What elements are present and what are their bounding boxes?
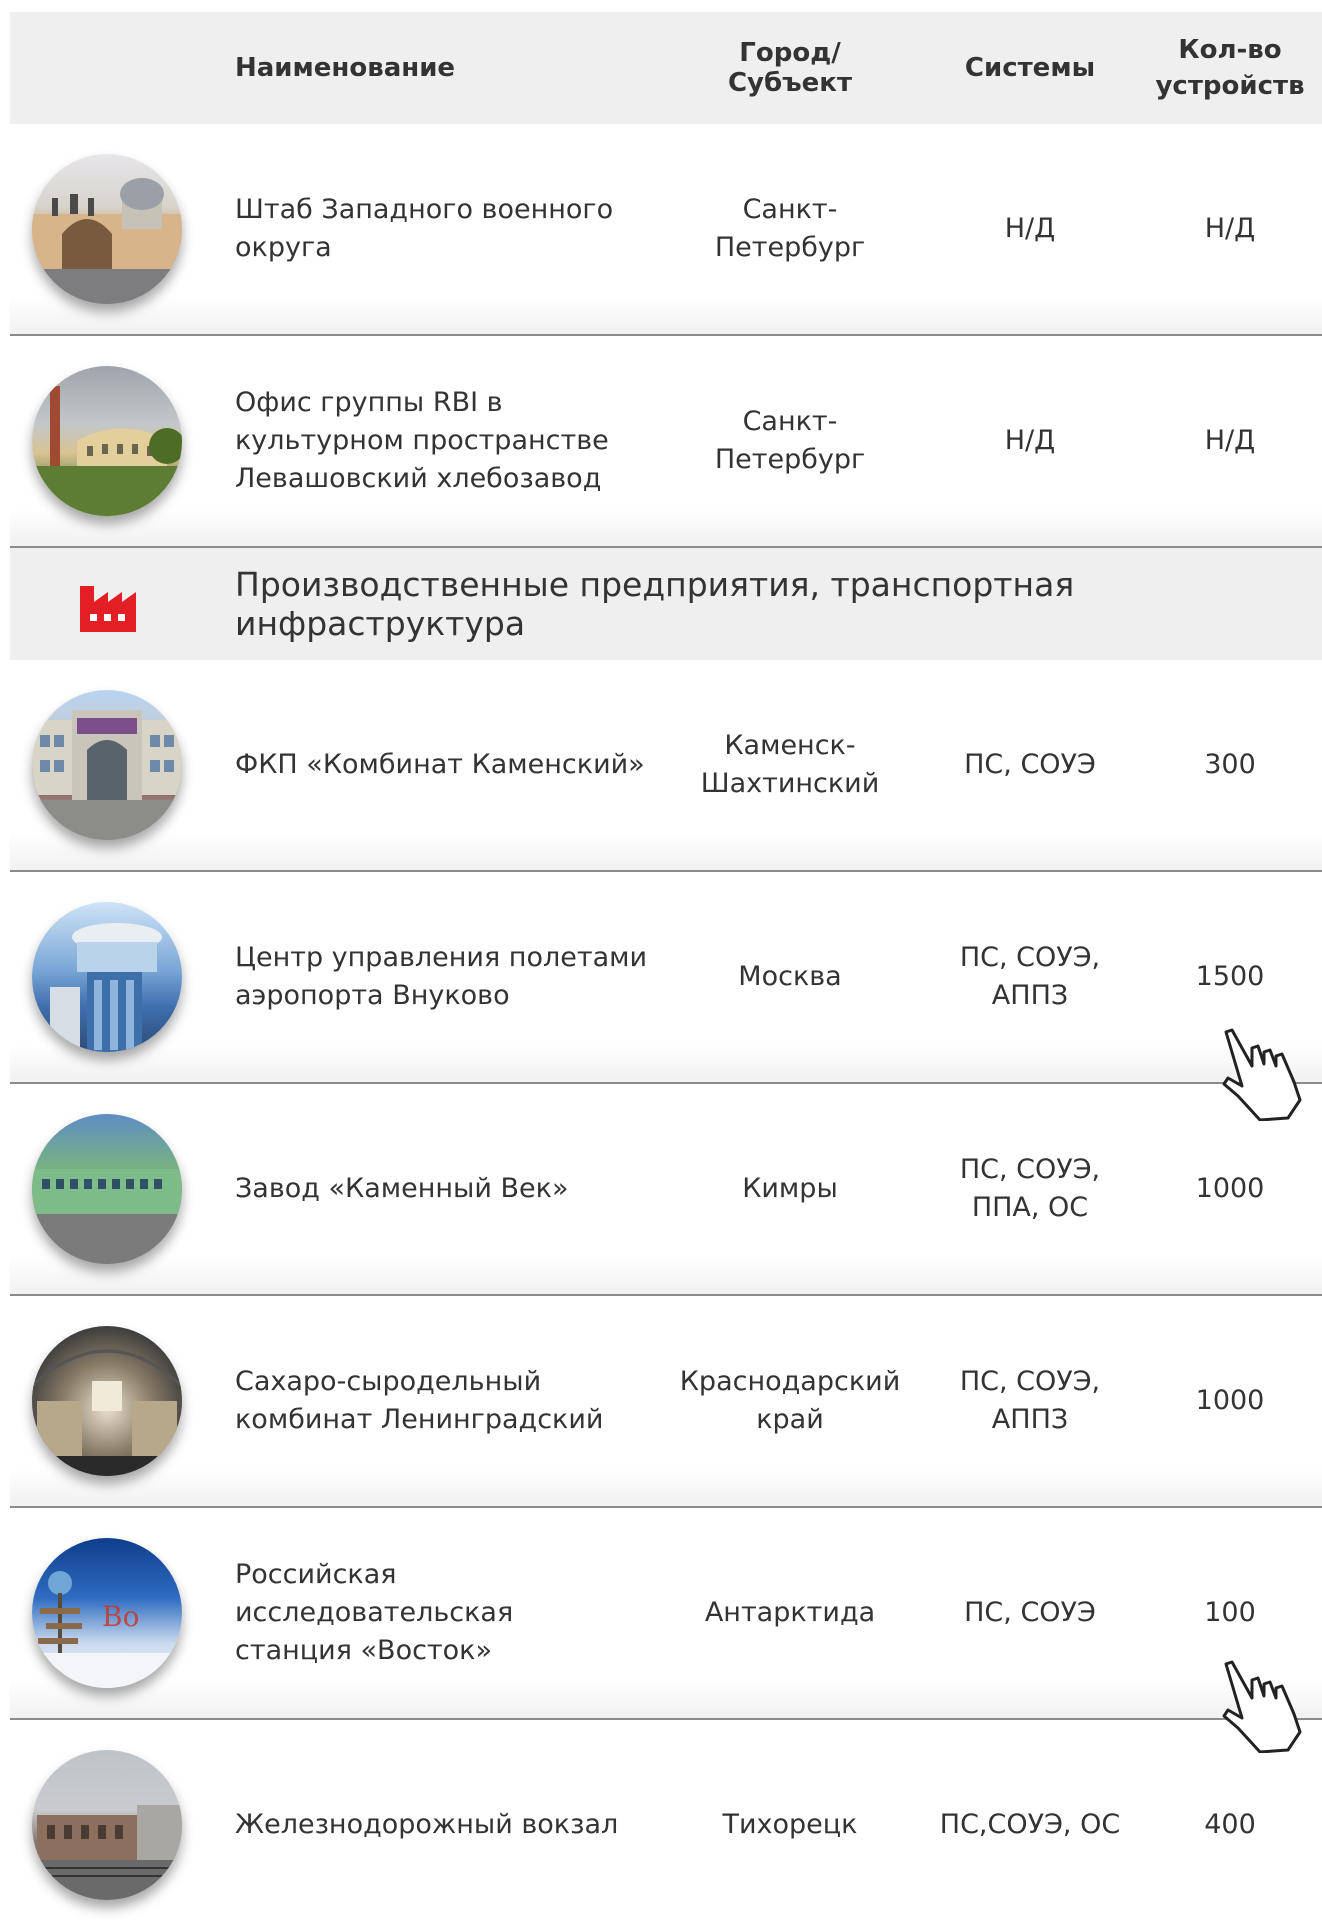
header-count: Кол-во устройств bbox=[1140, 12, 1320, 124]
facility-systems: ПС,СОУЭ, ОС bbox=[939, 1809, 1121, 1840]
facility-name-line: Сахаро-сыродельный bbox=[235, 1366, 542, 1397]
facility-name-line: станция «Восток» bbox=[235, 1635, 493, 1666]
facility-name-line: Левашовский хлебозавод bbox=[235, 463, 602, 494]
svg-text:Bo: Bo bbox=[102, 1600, 139, 1633]
facility-city: Москва bbox=[738, 961, 842, 992]
header-name: Наименование bbox=[235, 53, 456, 83]
building-photo bbox=[32, 366, 182, 516]
facility-systems: ПС, СОУЭ bbox=[964, 1597, 1096, 1628]
hand-pointer-icon bbox=[1222, 1028, 1302, 1121]
table-header: Наименование Город/Субъект Системы Кол-в… bbox=[10, 12, 1322, 124]
building-photo bbox=[32, 1114, 182, 1264]
facility-systems: Н/Д bbox=[1004, 425, 1056, 456]
table-row: Центр управления полетами аэропорта Внуко… bbox=[10, 872, 1322, 1084]
facility-city: Краснодарский край bbox=[680, 1296, 900, 1506]
table-row: Железнодорожный вокзал Тихорецк ПС,СОУЭ,… bbox=[10, 1720, 1322, 1930]
header-count-line1: Кол-во bbox=[1178, 35, 1282, 65]
facility-name: ФКП «Комбинат Каменский» bbox=[235, 749, 645, 780]
facility-city: Тихорецк bbox=[722, 1809, 858, 1840]
facilities-table: Наименование Город/Субъект Системы Кол-в… bbox=[10, 12, 1322, 1930]
facility-systems: ПС, СОУЭ, АППЗ bbox=[915, 1296, 1145, 1506]
building-photo bbox=[32, 690, 182, 840]
facility-name: Офис группы RBI в культурном пространстве… bbox=[235, 336, 675, 546]
facility-systems: ПС, СОУЭ, ППА, ОС bbox=[915, 1084, 1145, 1294]
header-systems: Системы bbox=[964, 53, 1096, 83]
facility-city: Кимры bbox=[742, 1173, 838, 1204]
facility-name: Штаб Западного военного округа bbox=[235, 194, 614, 263]
facility-count: Н/Д bbox=[1204, 213, 1256, 244]
facility-systems-line: АППЗ bbox=[991, 1404, 1069, 1435]
facility-city: Санкт-Петербург bbox=[714, 406, 866, 475]
building-photo: Bo bbox=[32, 1538, 182, 1688]
facility-name: Сахаро-сыродельный комбинат Ленинградский bbox=[235, 1296, 675, 1506]
table-row: Завод «Каменный Век» Кимры ПС, СОУЭ, ППА,… bbox=[10, 1084, 1322, 1296]
facility-name: Российская исследовательская станция «Вос… bbox=[235, 1508, 675, 1718]
facility-systems: ПС, СОУЭ bbox=[964, 749, 1096, 780]
facility-city: Каменск- Шахтинский bbox=[680, 660, 900, 870]
table-row: Bo Российская исследовательская станция «… bbox=[10, 1508, 1322, 1720]
building-photo bbox=[32, 1326, 182, 1476]
facility-city-line: край bbox=[756, 1404, 824, 1435]
hand-pointer-icon bbox=[1222, 1660, 1302, 1753]
building-photo bbox=[32, 1750, 182, 1900]
facility-name: Железнодорожный вокзал bbox=[235, 1809, 619, 1840]
facility-name-line: культурном пространстве bbox=[235, 425, 609, 456]
facility-systems: Н/Д bbox=[1004, 213, 1056, 244]
facility-systems-line: ПС, СОУЭ, bbox=[959, 1366, 1101, 1397]
table-row: Офис группы RBI в культурном пространстве… bbox=[10, 336, 1322, 548]
building-photo bbox=[32, 154, 182, 304]
facility-city-line: Шахтинский bbox=[700, 768, 880, 799]
facility-systems-line: ППА, ОС bbox=[971, 1192, 1089, 1223]
facility-city-line: Каменск- bbox=[724, 730, 856, 761]
facility-systems: ПС, СОУЭ, АППЗ bbox=[915, 872, 1145, 1082]
facility-name-line: Центр управления полетами bbox=[235, 942, 648, 973]
table-row: Штаб Западного военного округа Санкт-Пет… bbox=[10, 124, 1322, 336]
facility-systems-line: ПС, СОУЭ, bbox=[959, 1154, 1101, 1185]
facility-city: Антарктида bbox=[704, 1597, 876, 1628]
building-photo bbox=[32, 902, 182, 1052]
facility-name: Центр управления полетами аэропорта Внуко… bbox=[235, 872, 675, 1082]
header-count-line2: устройств bbox=[1155, 71, 1305, 101]
facility-count: 1000 bbox=[1195, 1385, 1265, 1416]
table-row: Сахаро-сыродельный комбинат Ленинградский… bbox=[10, 1296, 1322, 1508]
facility-name-line: аэропорта Внуково bbox=[235, 980, 510, 1011]
facility-systems-line: ПС, СОУЭ, bbox=[959, 942, 1101, 973]
section-header: Производственные предприятия, транспортн… bbox=[10, 548, 1322, 660]
facility-name-line: Российская исследовательская bbox=[235, 1559, 514, 1628]
facility-city: Санкт-Петербург bbox=[714, 194, 866, 263]
table-row: ФКП «Комбинат Каменский» Каменск- Шахтинс… bbox=[10, 660, 1322, 872]
section-title: Производственные предприятия, транспортн… bbox=[235, 565, 1075, 643]
facility-name: Завод «Каменный Век» bbox=[235, 1173, 569, 1204]
header-city: Город/Субъект bbox=[727, 38, 853, 98]
facility-count: Н/Д bbox=[1204, 425, 1256, 456]
facility-city-line: Краснодарский bbox=[679, 1366, 901, 1397]
facility-name-line: комбинат Ленинградский bbox=[235, 1404, 604, 1435]
facility-systems-line: АППЗ bbox=[991, 980, 1069, 1011]
facility-count: 300 bbox=[1204, 749, 1256, 780]
facility-name-line: Офис группы RBI в bbox=[235, 387, 503, 418]
factory-icon bbox=[78, 580, 138, 632]
